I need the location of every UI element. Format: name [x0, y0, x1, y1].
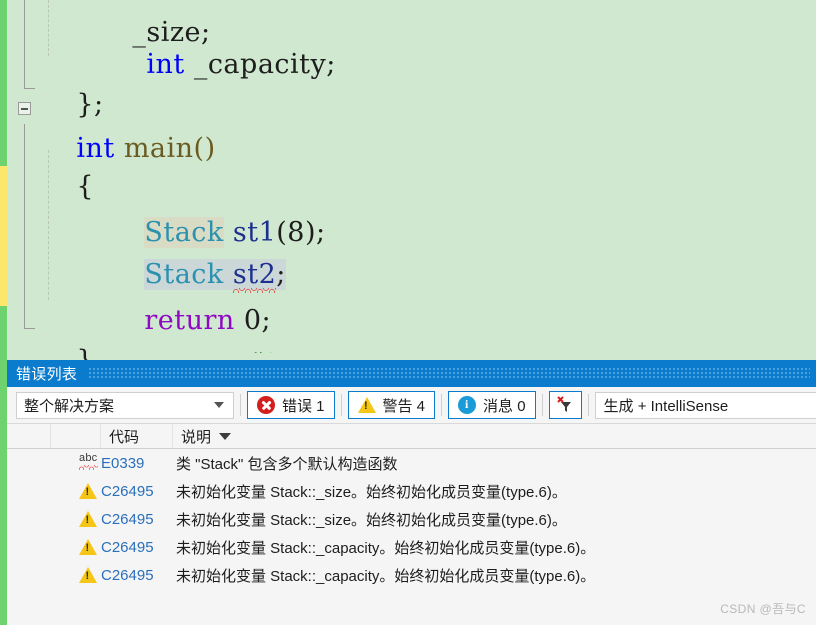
sort-descending-icon	[219, 432, 232, 440]
warning-icon	[79, 511, 97, 527]
row-severity-icon-cell: abc	[7, 452, 101, 472]
gutter-saved-changes-marker-2	[0, 306, 7, 360]
scope-filter-dropdown[interactable]: 整个解决方案	[16, 391, 234, 419]
collapse-toggle-main[interactable]	[18, 102, 31, 115]
code-line-comment-partial: //TestStack();	[96, 352, 426, 360]
column-header-blank[interactable]	[51, 424, 101, 448]
column-header-description[interactable]: 说明	[173, 424, 816, 448]
table-row[interactable]: C26495 未初始化变量 Stack::_capacity。始终初始化成员变量…	[7, 561, 816, 589]
toolbar-separator-2	[340, 394, 342, 416]
error-list-column-headers: 代码 说明	[7, 423, 816, 449]
warning-icon	[79, 483, 97, 499]
table-row[interactable]: C26495 未初始化变量 Stack::_size。始终初始化成员变量(typ…	[7, 477, 816, 505]
intellisense-error-icon: abc	[79, 452, 99, 472]
column-header-description-label: 说明	[181, 428, 212, 446]
row-severity-icon-cell	[7, 567, 101, 583]
gutter-saved-changes-marker	[0, 0, 7, 166]
titlebar-grip[interactable]	[89, 368, 810, 379]
watermark: CSDN @吾与C	[720, 602, 806, 616]
toolbar-separator-3	[441, 394, 443, 416]
outline-rail-main	[24, 124, 25, 328]
row-description: 类 "Stack" 包含多个默认构造函数	[176, 455, 398, 473]
errors-filter-button[interactable]: 错误 1	[247, 391, 335, 419]
toolbar-separator-4	[541, 394, 543, 416]
keyword-return: return	[144, 305, 235, 336]
clear-filter-button[interactable]	[548, 391, 582, 419]
row-code: C26495	[101, 482, 154, 500]
code-line-main-close: }	[40, 304, 94, 360]
error-list-toolbar: 整个解决方案 错误 1 警告 4 消息 0	[7, 387, 816, 423]
row-code: C26495	[101, 510, 154, 528]
warnings-filter-label: 警告 4	[382, 397, 426, 415]
row-description: 未初始化变量 Stack::_size。始终初始化成员变量(type.6)。	[176, 483, 567, 501]
outline-foot-class	[24, 88, 35, 89]
panel-title: 错误列表	[16, 366, 78, 383]
error-icon	[257, 396, 275, 414]
table-row[interactable]: C26495 未初始化变量 Stack::_capacity。始终初始化成员变量…	[7, 533, 816, 561]
row-code: C26495	[101, 566, 154, 584]
field-capacity: _capacity;	[193, 49, 336, 80]
error-list-rows: abc E0339 类 "Stack" 包含多个默认构造函数 C26495 未初…	[7, 449, 816, 589]
outline-foot-main	[24, 328, 35, 329]
gutter-unsaved-changes-marker	[0, 166, 7, 306]
table-row[interactable]: C26495 未初始化变量 Stack::_size。始终初始化成员变量(typ…	[7, 505, 816, 533]
build-filter-dropdown[interactable]: 生成 + IntelliSense	[594, 391, 816, 419]
row-severity-icon-cell	[7, 483, 101, 499]
main-opening-brace: {	[76, 171, 95, 202]
info-icon	[458, 396, 477, 414]
warning-icon	[79, 539, 97, 555]
column-header-code[interactable]: 代码	[101, 424, 173, 448]
row-description: 未初始化变量 Stack::_capacity。始终初始化成员变量(type.6…	[176, 567, 596, 585]
row-description: 未初始化变量 Stack::_size。始终初始化成员变量(type.6)。	[176, 511, 567, 529]
code-line-return: return 0;	[108, 264, 271, 360]
table-row[interactable]: abc E0339 类 "Stack" 包含多个默认构造函数	[7, 449, 816, 477]
messages-filter-label: 消息 0	[483, 397, 526, 415]
row-severity-icon-cell	[7, 539, 101, 555]
row-severity-icon-cell	[7, 511, 101, 527]
code-editor[interactable]: _size; int _capacity; }; int main() { St…	[0, 0, 816, 360]
error-list-panel: 错误列表 整个解决方案 错误 1 警告 4 消息 0	[0, 360, 816, 625]
scope-filter-value: 整个解决方案	[24, 397, 115, 415]
toolbar-separator-1	[240, 394, 241, 416]
st2-semicolon: ;	[276, 259, 286, 290]
warning-icon	[79, 567, 97, 583]
toolbar-separator-5	[587, 394, 589, 416]
clear-filter-icon	[556, 396, 574, 414]
function-main: main()	[123, 133, 216, 164]
outline-rail-class	[24, 0, 25, 88]
code-line-main-open: {	[40, 130, 94, 244]
warning-icon	[357, 397, 376, 413]
row-description: 未初始化变量 Stack::_capacity。始终初始化成员变量(type.6…	[176, 539, 596, 557]
messages-filter-button[interactable]: 消息 0	[448, 391, 536, 419]
error-list-titlebar[interactable]: 错误列表	[7, 360, 816, 387]
return-value: 0;	[243, 305, 272, 336]
column-header-icon[interactable]	[7, 424, 51, 448]
row-code: E0339	[101, 454, 145, 472]
keyword-int: int	[146, 49, 185, 80]
build-filter-value: 生成 + IntelliSense	[603, 397, 729, 415]
warnings-filter-button[interactable]: 警告 4	[347, 391, 436, 419]
row-code: C26495	[101, 538, 154, 556]
chevron-down-icon	[214, 402, 224, 408]
main-closing-brace: }	[76, 345, 94, 360]
errors-filter-label: 错误 1	[282, 397, 325, 415]
